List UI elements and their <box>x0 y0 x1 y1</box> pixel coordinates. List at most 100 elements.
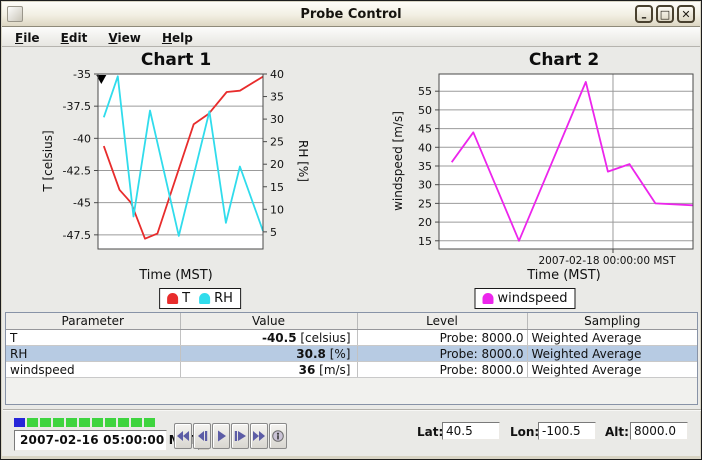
svg-text:15: 15 <box>270 181 284 194</box>
progress-square <box>66 418 77 427</box>
menubar: File Edit View Help <box>2 27 700 47</box>
svg-text:-47.5: -47.5 <box>63 229 91 242</box>
legend-label: RH <box>214 291 233 306</box>
chart1-xlabel: Time (MST) <box>76 268 276 283</box>
step-forward-button[interactable] <box>231 423 249 449</box>
cell-parameter: RH <box>6 346 180 362</box>
fast-forward-button[interactable] <box>250 423 268 449</box>
lat-field[interactable] <box>442 422 500 440</box>
chart1-left-axis-title: T [celsius] <box>41 106 55 216</box>
svg-text:45: 45 <box>418 123 432 136</box>
svg-text:-42.5: -42.5 <box>63 165 91 178</box>
svg-text:-40: -40 <box>73 132 91 145</box>
app-icon <box>7 6 23 22</box>
step-forward-icon <box>233 430 247 442</box>
play-button[interactable] <box>212 423 230 449</box>
table-row-T[interactable]: T-40.5 [celsius]Probe: 8000.0Weighted Av… <box>6 330 697 346</box>
lon-field[interactable] <box>538 422 596 440</box>
svg-text:10: 10 <box>270 203 284 216</box>
window-title: Probe Control <box>2 7 700 22</box>
parameter-table-scrollpane: ParameterValueLevelSampling T-40.5 [cels… <box>5 312 698 405</box>
chart1-legend: TRH <box>159 288 241 309</box>
close-button[interactable]: ✕ <box>677 5 695 23</box>
cell-level: Probe: 8000.0 <box>357 362 527 378</box>
progress-square-current <box>14 418 25 427</box>
svg-text:25: 25 <box>418 197 432 210</box>
cell-sampling: Weighted Average <box>527 346 697 362</box>
lat-label: Lat: <box>417 425 443 439</box>
table-row-windspeed[interactable]: windspeed36 [m/s]Probe: 8000.0Weighted A… <box>6 362 697 378</box>
lon-label: Lon: <box>510 425 539 439</box>
progress-square <box>27 418 38 427</box>
info-icon <box>271 430 285 442</box>
titlebar[interactable]: Probe Control – □ ✕ <box>2 2 700 27</box>
time-combobox[interactable]: 2007-02-16 05:00:00 MST <box>14 430 167 451</box>
alt-field[interactable] <box>630 422 688 440</box>
svg-text:30: 30 <box>418 179 432 192</box>
fast-forward-icon <box>252 430 266 442</box>
menu-view[interactable]: View <box>100 29 148 45</box>
app-window: Probe Control – □ ✕ File Edit View Help … <box>0 0 702 460</box>
legend-item-RH: RH <box>199 291 233 306</box>
time-combobox-value: 2007-02-16 05:00:00 MST <box>15 431 198 450</box>
minimize-button[interactable]: – <box>635 5 653 23</box>
progress-square <box>144 418 155 427</box>
maximize-button[interactable]: □ <box>656 5 674 23</box>
svg-text:-45: -45 <box>73 197 91 210</box>
svg-text:25: 25 <box>270 136 284 149</box>
column-header-sampling[interactable]: Sampling <box>527 313 697 330</box>
rewind-button[interactable] <box>174 423 192 449</box>
menu-help[interactable]: Help <box>154 29 201 45</box>
progress-square <box>53 418 64 427</box>
chart1-plot[interactable]: -35-37.5-40-42.5-45-47.5403530252015105 <box>43 67 303 265</box>
menu-edit[interactable]: Edit <box>53 29 96 45</box>
chart2-xlabel: Time (MST) <box>464 268 664 283</box>
cell-parameter: T <box>6 330 180 346</box>
rewind-icon <box>176 430 190 442</box>
svg-text:20: 20 <box>270 158 284 171</box>
legend-marker-icon <box>199 293 210 304</box>
progress-square <box>92 418 103 427</box>
svg-text:35: 35 <box>270 91 284 104</box>
chart2-left-axis-title: windspeed [m/s] <box>391 101 405 221</box>
chart1-right-axis-title: RH [%] <box>296 126 310 196</box>
svg-text:-37.5: -37.5 <box>63 100 91 113</box>
table-row-RH[interactable]: RH30.8 [%]Probe: 8000.0Weighted Average <box>6 346 697 362</box>
svg-text:40: 40 <box>270 68 284 81</box>
svg-text:15: 15 <box>418 235 432 248</box>
cell-parameter: windspeed <box>6 362 180 378</box>
cell-value: -40.5 [celsius] <box>180 330 357 346</box>
chart2-legend: windspeed <box>474 288 575 309</box>
window-controls: – □ ✕ <box>632 5 695 23</box>
cell-level: Probe: 8000.0 <box>357 346 527 362</box>
column-header-value[interactable]: Value <box>180 313 357 330</box>
legend-item-windspeed: windspeed <box>482 291 567 306</box>
bottom-separator <box>3 409 701 411</box>
legend-label: windspeed <box>497 291 567 306</box>
alt-label: Alt: <box>605 425 629 439</box>
step-back-icon <box>195 430 209 442</box>
column-header-parameter[interactable]: Parameter <box>6 313 180 330</box>
cell-sampling: Weighted Average <box>527 330 697 346</box>
svg-text:2007-02-18 00:00:00 MST: 2007-02-18 00:00:00 MST <box>538 255 676 265</box>
menu-file[interactable]: File <box>7 29 48 45</box>
legend-marker-icon <box>482 293 493 304</box>
svg-text:50: 50 <box>418 104 432 117</box>
progress-square <box>131 418 142 427</box>
progress-square <box>105 418 116 427</box>
parameter-table: ParameterValueLevelSampling T-40.5 [cels… <box>6 313 697 378</box>
svg-text:55: 55 <box>418 85 432 98</box>
svg-text:35: 35 <box>418 160 432 173</box>
progress-square <box>79 418 90 427</box>
progress-square <box>118 418 129 427</box>
cell-value: 36 [m/s] <box>180 362 357 378</box>
step-back-button[interactable] <box>193 423 211 449</box>
progress-square <box>40 418 51 427</box>
svg-text:-35: -35 <box>73 68 91 81</box>
column-header-level[interactable]: Level <box>357 313 527 330</box>
legend-marker-icon <box>167 293 178 304</box>
chart2-plot[interactable]: 2007-02-18 00:00:00 MST55504540353025201… <box>406 67 698 265</box>
info-button[interactable] <box>269 423 287 449</box>
svg-text:40: 40 <box>418 141 432 154</box>
svg-text:30: 30 <box>270 113 284 126</box>
